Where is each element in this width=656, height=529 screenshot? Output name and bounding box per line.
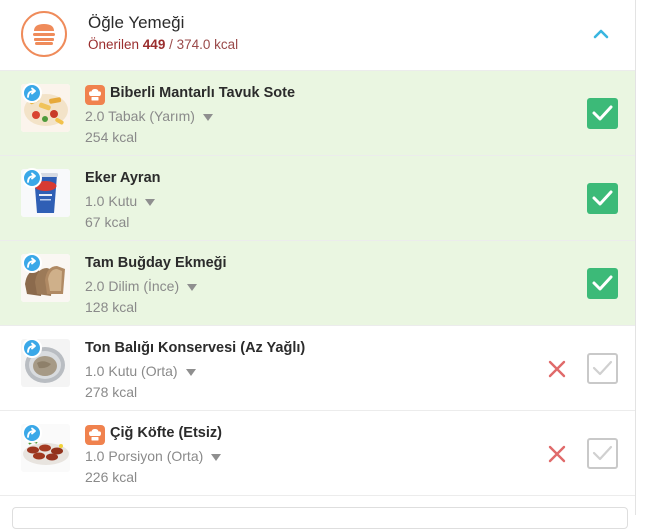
burger-icon	[21, 11, 67, 57]
chevron-up-icon[interactable]	[590, 26, 612, 42]
meal-panel: Öğle Yemeği Önerilen 449 / 374.0 kcal Bi…	[0, 0, 636, 529]
eaten-checkbox[interactable]	[587, 438, 618, 469]
food-item: Eker Ayran 1.0 Kutu 67 kcal	[0, 156, 635, 241]
eaten-checkbox[interactable]	[587, 268, 618, 299]
food-name: Ton Balığı Konservesi (Az Yağlı)	[85, 340, 306, 356]
swap-food-icon[interactable]	[22, 83, 42, 103]
eaten-checkbox[interactable]	[587, 183, 618, 214]
close-icon[interactable]	[548, 360, 566, 378]
food-item: Biberli Mantarlı Tavuk Sote 2.0 Tabak (Y…	[0, 71, 635, 156]
portion-select[interactable]: 2.0 Dilim (İnce)	[85, 278, 198, 294]
food-name: Tam Buğday Ekmeği	[85, 255, 227, 271]
food-item: Çiğ Köfte (Etsiz) 1.0 Porsiyon (Orta) 22…	[0, 411, 635, 496]
swap-food-icon[interactable]	[22, 423, 42, 443]
recipe-icon	[85, 425, 105, 445]
caret-down-icon	[202, 113, 213, 121]
eaten-checkbox[interactable]	[587, 98, 618, 129]
food-name: Eker Ayran	[85, 170, 161, 186]
caret-down-icon	[185, 368, 196, 376]
portion-select[interactable]: 1.0 Kutu (Orta)	[85, 363, 196, 379]
portion-value: 1.0 Kutu (Orta)	[85, 363, 178, 379]
food-name: Çiğ Köfte (Etsiz)	[110, 425, 222, 441]
portion-select[interactable]: 1.0 Porsiyon (Orta)	[85, 448, 222, 464]
caret-down-icon	[145, 198, 156, 206]
caret-down-icon	[211, 453, 222, 461]
food-item: Ton Balığı Konservesi (Az Yağlı) 1.0 Kut…	[0, 326, 635, 411]
recommended-label: Önerilen	[88, 37, 140, 52]
food-kcal: 278 kcal	[85, 384, 138, 400]
recommended-kcal: 374.0 kcal	[176, 37, 239, 52]
meal-calorie-summary: Önerilen 449 / 374.0 kcal	[88, 37, 238, 52]
recipe-icon	[85, 85, 105, 105]
portion-value: 2.0 Dilim (İnce)	[85, 278, 180, 294]
caret-down-icon	[187, 283, 198, 291]
portion-select[interactable]: 1.0 Kutu	[85, 193, 156, 209]
food-name: Biberli Mantarlı Tavuk Sote	[110, 85, 296, 101]
food-kcal: 128 kcal	[85, 299, 138, 315]
swap-food-icon[interactable]	[22, 253, 42, 273]
meal-header: Öğle Yemeği Önerilen 449 / 374.0 kcal	[0, 0, 635, 71]
eaten-checkbox[interactable]	[587, 353, 618, 384]
portion-value: 1.0 Porsiyon (Orta)	[85, 448, 204, 464]
consumed-kcal: 449	[142, 37, 166, 52]
food-kcal: 254 kcal	[85, 129, 138, 145]
portion-value: 1.0 Kutu	[85, 193, 138, 209]
portion-select[interactable]: 2.0 Tabak (Yarım)	[85, 108, 213, 124]
portion-value: 2.0 Tabak (Yarım)	[85, 108, 195, 124]
food-kcal: 67 kcal	[85, 214, 130, 230]
food-item: Tam Buğday Ekmeği 2.0 Dilim (İnce) 128 k…	[0, 241, 635, 326]
food-kcal: 226 kcal	[85, 469, 138, 485]
meal-title: Öğle Yemeği	[88, 13, 185, 32]
separator: /	[169, 37, 173, 52]
swap-food-icon[interactable]	[22, 168, 42, 188]
close-icon[interactable]	[548, 445, 566, 463]
next-section-card	[12, 507, 628, 529]
swap-food-icon[interactable]	[22, 338, 42, 358]
